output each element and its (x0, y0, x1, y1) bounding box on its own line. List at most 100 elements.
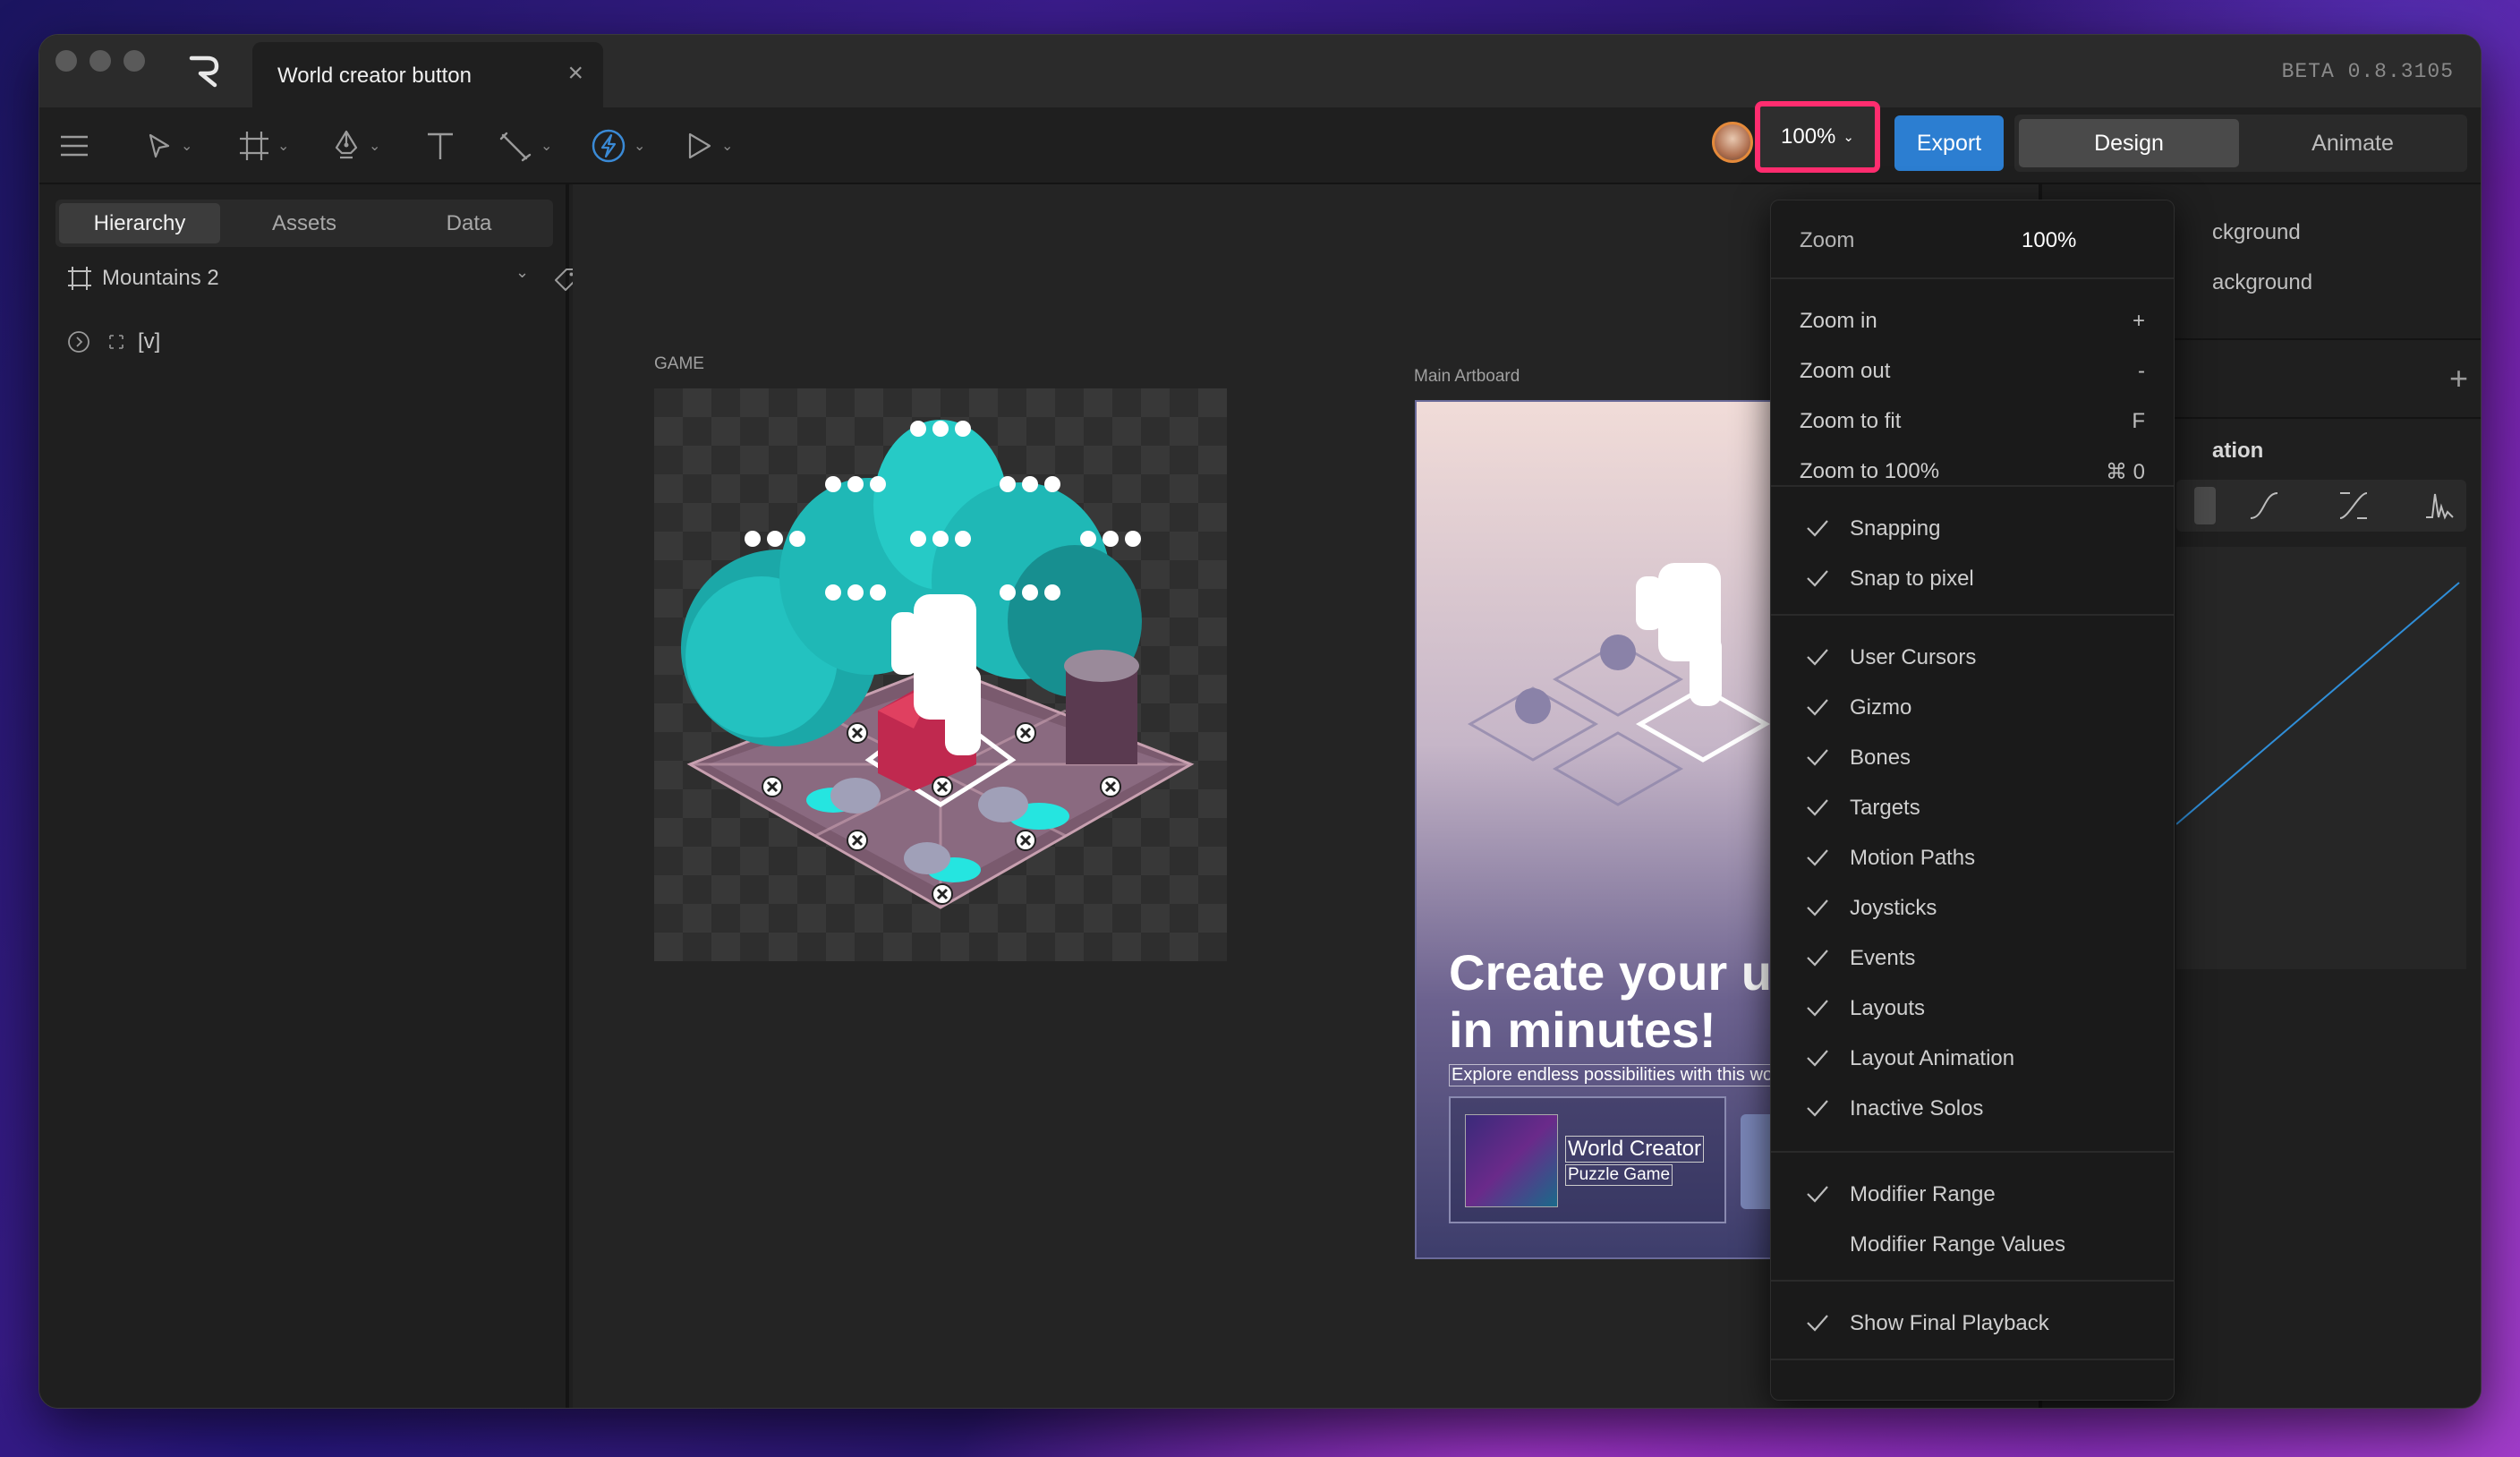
artboard-subline: Explore endless possibilities with this … (1449, 1064, 1796, 1086)
artboard-tool-button[interactable]: ⌄ (238, 125, 289, 166)
game-artboard[interactable] (654, 388, 1227, 961)
window-zoom-control[interactable] (123, 50, 145, 72)
select-tool-button[interactable]: ⌄ (145, 125, 192, 166)
main-artboard[interactable]: Create your uni in minutes! Explore endl… (1415, 400, 1810, 1259)
modifier-range-values-item[interactable]: Modifier Range Values (1771, 1221, 2174, 1269)
text-tool-button[interactable] (424, 125, 456, 166)
window-close-control[interactable] (55, 50, 77, 72)
card-subtitle: Puzzle Game (1565, 1164, 1673, 1186)
menu-item-label: Joysticks (1850, 896, 1937, 920)
events-item[interactable]: Events (1771, 934, 2174, 983)
group-icon (109, 335, 123, 349)
constraint-tool-button[interactable]: ⌄ (591, 125, 645, 166)
menu-item-label: Layouts (1850, 996, 1926, 1020)
expand-icon[interactable] (66, 329, 91, 354)
menu-item-label: Targets (1850, 796, 1920, 820)
bone-tool-button[interactable]: ⌄ (498, 125, 552, 166)
checkmark-icon (1807, 849, 1828, 866)
headline-line-1: Create your uni (1449, 944, 1810, 1001)
zoom-to-fit-item[interactable]: Zoom to fit F (1771, 397, 2174, 446)
checkmark-icon (1807, 1315, 1828, 1332)
user-cursors-item[interactable]: User Cursors (1771, 634, 2174, 682)
menu-item-label: Zoom to 100% (1800, 459, 1940, 483)
show-final-playback-item[interactable]: Show Final Playback (1771, 1299, 2174, 1348)
title-bar: World creator button × BETA 0.8.3105 (39, 35, 2481, 107)
curve-editor[interactable] (2175, 547, 2466, 969)
app-logo-icon[interactable] (186, 53, 222, 89)
pointer-icon (149, 133, 170, 158)
targets-item[interactable]: Targets (1771, 784, 2174, 832)
chevron-down-icon[interactable]: ⌄ (541, 137, 552, 155)
layout-animation-item[interactable]: Layout Animation (1771, 1035, 2174, 1083)
checkmark-icon (1807, 799, 1828, 816)
menu-item-label: Zoom to fit (1800, 409, 1902, 433)
bones-item[interactable]: Bones (1771, 734, 2174, 782)
zoom-out-item[interactable]: Zoom out - (1771, 347, 2174, 396)
menu-item-label: Inactive Solos (1850, 1096, 1984, 1120)
export-button[interactable]: Export (1894, 115, 2004, 171)
animate-mode-tab[interactable]: Animate (2243, 119, 2463, 167)
game-card[interactable]: World Creator Puzzle Game (1449, 1096, 1726, 1223)
chevron-down-icon[interactable]: ⌄ (369, 137, 380, 155)
pen-icon (335, 130, 358, 159)
window-minimize-control[interactable] (89, 50, 111, 72)
chevron-down-icon[interactable]: ⌄ (181, 137, 192, 155)
menu-button[interactable] (59, 125, 89, 166)
chevron-down-icon[interactable]: ⌄ (515, 263, 529, 282)
inactive-solos-item[interactable]: Inactive Solos (1771, 1085, 2174, 1133)
modifier-range-item[interactable]: Modifier Range (1771, 1171, 2174, 1219)
view-options-section: User Cursors Gizmo Bones Targets Motion … (1771, 616, 2174, 1153)
artboard-row[interactable]: Mountains 2 ⌄ (66, 263, 577, 292)
elastic-easing-icon[interactable] (2423, 490, 2456, 521)
game-thumbnail (1465, 1114, 1558, 1207)
gizmo-item[interactable]: Gizmo (1771, 684, 2174, 732)
menu-item-shortcut: ⌘ 0 (2105, 459, 2145, 484)
chevron-down-icon[interactable]: ⌄ (277, 137, 289, 155)
checkmark-icon (1807, 649, 1828, 666)
game-artboard-label[interactable]: GAME (654, 354, 704, 374)
version-label: BETA 0.8.3105 (2281, 60, 2454, 83)
panel-tabs: Hierarchy Assets Data (55, 200, 553, 247)
hold-easing-icon[interactable] (2337, 490, 2370, 521)
document-tab[interactable]: World creator button × (252, 42, 603, 107)
left-panel: Hierarchy Assets Data Mountains 2 ⌄ [v] (39, 184, 577, 1408)
chevron-down-icon[interactable]: ⌄ (721, 137, 733, 155)
snapping-item[interactable]: Snapping (1771, 505, 2174, 553)
chevron-down-icon[interactable]: ⌄ (634, 137, 645, 155)
zoom-header-value[interactable]: 100% (2022, 228, 2076, 253)
background-label-2[interactable]: ackground (2212, 270, 2312, 295)
close-tab-icon[interactable]: × (567, 60, 583, 87)
layer-row[interactable]: [v] (66, 329, 160, 354)
zoom-dropdown-button[interactable]: 100% ⌄ (1755, 101, 1880, 173)
menu-item-label: Snap to pixel (1850, 567, 1974, 591)
design-mode-tab[interactable]: Design (2019, 119, 2239, 167)
playback-section: Show Final Playback (1771, 1282, 2174, 1360)
easing-option-linear[interactable] (2194, 487, 2216, 524)
menu-item-label: Zoom out (1800, 359, 1891, 383)
curve-graph (2175, 582, 2460, 825)
play-button[interactable]: ⌄ (684, 125, 733, 166)
cubic-easing-icon[interactable] (2248, 490, 2280, 521)
add-icon[interactable]: + (2449, 360, 2468, 397)
checkmark-icon (1807, 570, 1828, 587)
zoom-value: 100% (1781, 124, 1836, 149)
zoom-actions-section: Zoom in + Zoom out - Zoom to fit F Zoom … (1771, 279, 2174, 487)
tab-data[interactable]: Data (388, 203, 549, 243)
frame-icon (240, 132, 268, 160)
main-artboard-label[interactable]: Main Artboard (1414, 367, 1520, 387)
snap-to-pixel-item[interactable]: Snap to pixel (1771, 555, 2174, 603)
tab-assets[interactable]: Assets (224, 203, 385, 243)
background-label[interactable]: ckground (2212, 220, 2301, 245)
pen-tool-button[interactable]: ⌄ (331, 125, 380, 166)
tab-hierarchy[interactable]: Hierarchy (59, 203, 220, 243)
layouts-item[interactable]: Layouts (1771, 984, 2174, 1033)
interpolation-label: ation (2212, 439, 2264, 463)
menu-item-label: Snapping (1850, 516, 1941, 541)
checkmark-icon (1807, 1050, 1828, 1067)
zoom-in-item[interactable]: Zoom in + (1771, 297, 2174, 345)
user-avatar[interactable] (1712, 122, 1753, 163)
lightning-icon (592, 129, 626, 163)
joysticks-item[interactable]: Joysticks (1771, 884, 2174, 933)
motion-paths-item[interactable]: Motion Paths (1771, 834, 2174, 882)
checkmark-icon (1807, 1000, 1828, 1017)
